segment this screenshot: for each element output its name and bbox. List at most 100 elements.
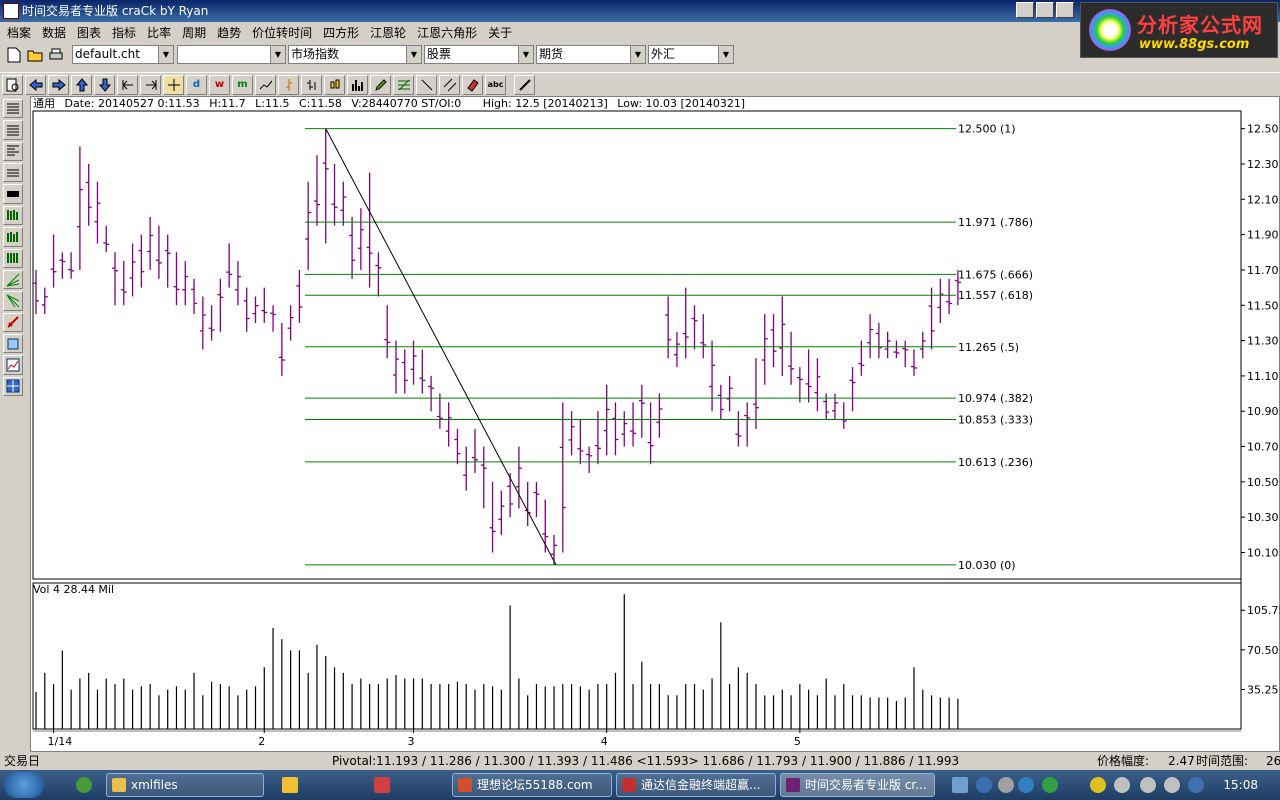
forex-select[interactable]: 外汇 ▼ (648, 45, 734, 64)
crosshair-icon[interactable] (163, 74, 184, 95)
y-tick-label: 10.50 (1247, 476, 1279, 489)
volume-icon[interactable] (347, 74, 368, 95)
scroll-start-icon[interactable] (117, 74, 138, 95)
chart-file-select[interactable]: default.cht ▼ (72, 45, 174, 64)
media-icon[interactable] (282, 777, 298, 793)
menu-cycle[interactable]: 周期 (179, 24, 214, 41)
start-button[interactable] (4, 772, 44, 798)
layout-2-icon[interactable] (3, 120, 23, 140)
abc-icon[interactable]: abc (485, 74, 506, 95)
chart-panel[interactable]: 12.50 12.30 12.10 11.90 11.70 11.50 11.30 11.10… (30, 96, 1280, 752)
parallel-icon[interactable] (439, 74, 460, 95)
info-low: L:11.5 (255, 97, 290, 110)
symbol-select[interactable]: ▼ (177, 45, 286, 64)
task-label: 理想论坛55188.com (477, 778, 593, 792)
menu-gann-wheel[interactable]: 江恩轮 (367, 24, 414, 41)
update-icon[interactable] (1090, 777, 1106, 793)
gann-fan-2-icon[interactable] (3, 291, 23, 311)
chart-icon[interactable] (3, 355, 23, 375)
line-icon[interactable] (255, 74, 276, 95)
chart-toolbar: d w m abc (0, 72, 1280, 96)
ohlc-icon[interactable] (301, 74, 322, 95)
arrow-down-icon[interactable] (94, 74, 115, 95)
minimize-button[interactable] (1016, 2, 1034, 18)
bars-3-icon[interactable] (3, 248, 23, 268)
x-tick-label: 1/14 (48, 735, 73, 748)
arrow-left-icon[interactable] (25, 74, 46, 95)
new-file-icon[interactable] (3, 45, 24, 66)
bars-2-icon[interactable] (3, 227, 23, 247)
gann-fan-icon[interactable] (3, 269, 23, 290)
weekly-icon[interactable]: w (209, 74, 230, 95)
arrow-up-icon[interactable] (71, 74, 92, 95)
speaker-muted-icon[interactable] (1114, 777, 1130, 793)
layout-1-icon[interactable] (3, 99, 23, 119)
usb-icon[interactable] (1140, 777, 1156, 793)
volume-tick-label: 70.50 (1247, 644, 1279, 657)
fib-level-label: 11.675 (.666) (958, 268, 1033, 281)
task-forum[interactable]: 理想论坛55188.com (452, 773, 612, 797)
chevron-down-icon: ▼ (158, 46, 173, 63)
brush-icon[interactable] (514, 74, 535, 95)
maximize-button[interactable] (1036, 2, 1054, 18)
menu-about[interactable]: 关于 (485, 24, 520, 41)
browser-icon[interactable] (76, 777, 92, 793)
grid-icon[interactable] (3, 376, 23, 397)
futures-select[interactable]: 期货 ▼ (536, 45, 646, 64)
task-xmlfiles[interactable]: xmlfiles (106, 773, 264, 797)
menu-trend[interactable]: 趋势 (214, 24, 249, 41)
stocks-select[interactable]: 股票 ▼ (424, 45, 534, 64)
task-label: xmlfiles (131, 778, 178, 792)
fib-level-label: 11.557 (.618) (958, 289, 1033, 302)
scroll-end-icon[interactable] (140, 74, 161, 95)
network-icon[interactable] (1188, 777, 1204, 793)
menu-indicator[interactable]: 指标 (109, 24, 144, 41)
pen-icon[interactable] (3, 312, 23, 332)
tray-arrow-icon[interactable] (998, 777, 1014, 793)
erase-icon[interactable] (462, 74, 483, 95)
help-icon[interactable] (976, 777, 992, 793)
shield-icon[interactable] (1018, 777, 1034, 793)
volume-label: Vol 4 28.44 Mil (33, 583, 114, 596)
arrow-right-icon[interactable] (48, 74, 69, 95)
menu-price-to-time[interactable]: 价位转时间 (249, 24, 320, 41)
open-folder-icon[interactable] (24, 45, 45, 66)
layout-3-icon[interactable] (3, 141, 23, 162)
trendline-icon[interactable] (416, 74, 437, 95)
candle-icon[interactable] (324, 74, 345, 95)
volume-icon[interactable] (1164, 777, 1180, 793)
menu-square[interactable]: 四方形 (320, 24, 367, 41)
print-icon[interactable] (45, 45, 66, 66)
fib-icon[interactable] (393, 74, 414, 95)
market-index-select[interactable]: 市场指数 ▼ (288, 45, 422, 64)
menu-file[interactable]: 档案 (4, 24, 39, 41)
chevron-down-icon: ▼ (270, 46, 285, 63)
app-window: 时间交易者专业版 craCk bY Ryan 档案 数据 图表 指标 比率 周期… (0, 0, 1280, 800)
menu-chart[interactable]: 图表 (74, 24, 109, 41)
daily-icon[interactable]: d (186, 74, 207, 95)
keyboard-icon[interactable] (952, 777, 968, 793)
print-preview-icon[interactable] (2, 74, 23, 95)
y-tick-label: 12.30 (1247, 158, 1279, 171)
app-pinned-icon[interactable] (374, 777, 390, 793)
close-button[interactable] (1056, 2, 1074, 18)
task-time-trader[interactable]: 时间交易者专业版 cr... (780, 773, 935, 797)
layout-4-icon[interactable] (3, 163, 23, 183)
market-index-value: 市场指数 (291, 47, 340, 61)
pencil-icon[interactable] (370, 74, 391, 95)
chart-file-value: default.cht (75, 47, 140, 61)
monthly-icon[interactable]: m (232, 74, 253, 95)
y-tick-label: 10.70 (1247, 441, 1279, 454)
volume-plot-frame (32, 582, 1242, 730)
tick-icon[interactable] (278, 74, 299, 95)
task-tdx[interactable]: 通达信金融终端超赢... (616, 773, 776, 797)
layout-5-icon[interactable] (3, 184, 23, 204)
terminal-icon (622, 778, 636, 792)
square-icon[interactable] (3, 333, 23, 354)
security-icon[interactable] (1042, 777, 1058, 793)
bars-1-icon[interactable] (3, 205, 23, 226)
info-close: C:11.58 (299, 97, 342, 110)
menu-data[interactable]: 数据 (39, 24, 74, 41)
menu-gann-hexagon[interactable]: 江恩六角形 (414, 24, 485, 41)
menu-ratio[interactable]: 比率 (144, 24, 179, 41)
